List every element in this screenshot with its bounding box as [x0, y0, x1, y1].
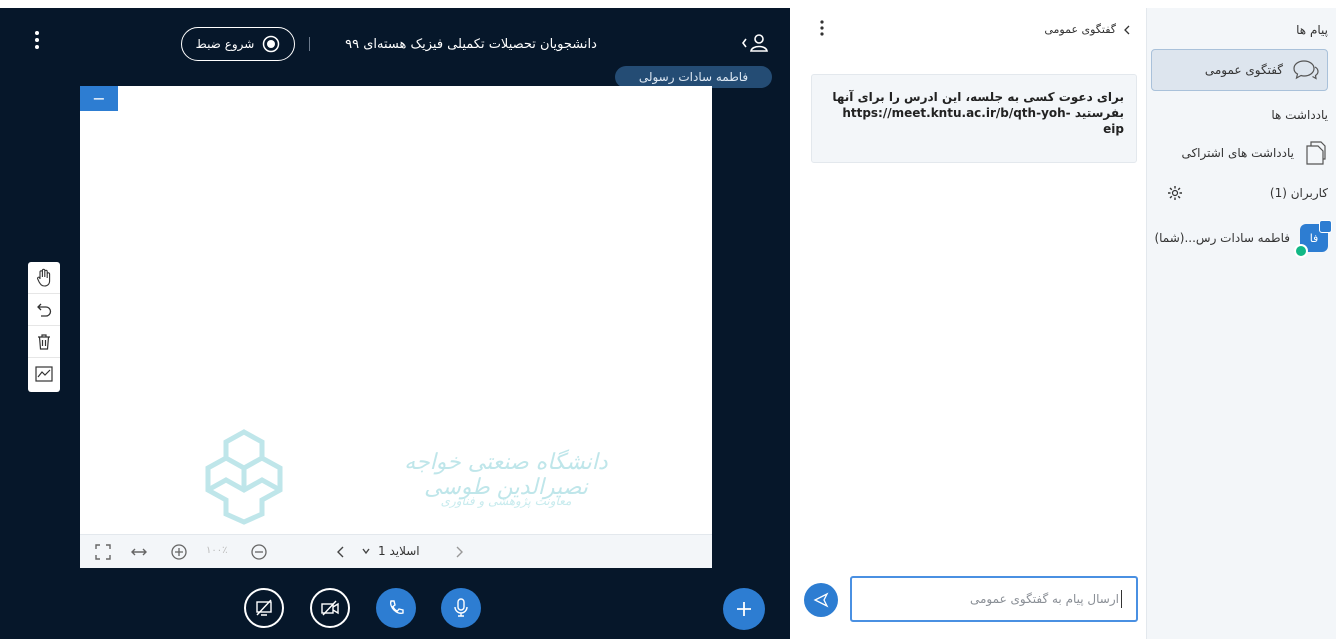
welcome-message: برای دعوت کسی به جلسه، این ادرس را برای … — [811, 74, 1137, 163]
mute-microphone-button[interactable] — [441, 588, 481, 628]
previous-slide-icon[interactable] — [332, 543, 350, 561]
notes-heading: یادداشت ها — [1271, 108, 1328, 122]
chat-input-placeholder: ارسال پیام به گفتگوی عمومی — [970, 592, 1119, 606]
meeting-title: دانشجویان تحصیلات تکمیلی فیزیک هسته‌ای ۹… — [345, 36, 597, 52]
sidebar-item-label: گفتگوی عمومی — [1204, 63, 1283, 77]
avatar-initials: فا — [1309, 231, 1319, 245]
whiteboard-icon — [35, 366, 53, 382]
fullscreen-icon[interactable] — [94, 543, 112, 561]
fit-width-icon[interactable] — [130, 543, 148, 561]
microphone-status-icon — [1294, 244, 1308, 258]
notes-icon — [1306, 141, 1326, 165]
chat-title-label: گفتگوی عمومی — [1044, 23, 1116, 36]
undo-icon — [37, 303, 52, 317]
slide-selector[interactable]: اسلاید 1 — [360, 544, 420, 558]
microphone-icon — [454, 598, 468, 617]
undo-button[interactable] — [28, 294, 60, 326]
presenter-icon — [1319, 220, 1332, 233]
send-icon — [813, 592, 829, 608]
zoom-level: ۱۰۰٪ — [206, 545, 228, 556]
chat-message-input[interactable]: ارسال پیام به گفتگوی عمومی — [850, 576, 1138, 622]
pan-tool-button[interactable] — [28, 262, 60, 294]
slide-controls: ۱۰۰٪ اسلاید 1 — [80, 534, 712, 568]
more-options-icon[interactable] — [34, 30, 40, 50]
watermark-text: دانشگاه صنعتی خواجه نصیرالدین طوسی معاون… — [396, 450, 616, 530]
user-list-item[interactable]: فاطمه سادات رس...(شما) فا — [1151, 218, 1332, 258]
whiteboard-toolbar — [28, 262, 60, 392]
multi-user-whiteboard-button[interactable] — [28, 358, 60, 390]
trash-icon — [38, 333, 50, 350]
record-label: شروع ضبط — [195, 37, 255, 51]
sidebar-item-shared-notes[interactable]: یادداشت های اشتراکی — [1151, 136, 1328, 170]
desktop-share-off-icon — [256, 599, 272, 616]
minimize-presentation-button[interactable]: − — [80, 86, 118, 111]
presenter-tag: فاطمه سادات رسولی — [615, 66, 772, 88]
presenter-name: فاطمه سادات رسولی — [638, 70, 749, 84]
user-list-toggle-icon[interactable] — [742, 32, 772, 54]
leave-audio-button[interactable] — [376, 588, 416, 628]
university-logo-icon — [205, 429, 283, 525]
next-slide-icon[interactable] — [450, 543, 468, 561]
actions-button[interactable] — [723, 588, 765, 630]
chat-title[interactable]: گفتگوی عمومی — [1044, 23, 1132, 36]
chevron-down-icon — [362, 548, 370, 555]
text-caret — [1121, 590, 1122, 608]
zoom-out-icon[interactable] — [250, 543, 268, 561]
sidebar-item-label: یادداشت های اشتراکی — [1181, 146, 1294, 160]
share-webcam-button[interactable] — [310, 588, 350, 628]
start-recording-button[interactable]: شروع ضبط — [181, 27, 295, 61]
messages-heading: پیام ها — [1296, 23, 1328, 37]
hand-icon — [36, 268, 51, 287]
zoom-in-icon[interactable] — [170, 543, 188, 561]
gear-icon[interactable] — [1167, 185, 1183, 201]
plus-icon — [737, 602, 751, 616]
users-heading: کاربران (1) — [1269, 186, 1328, 200]
divider — [309, 37, 310, 51]
chat-panel: گفتگوی عمومی برای دعوت کسی به جلسه، این … — [790, 8, 1146, 639]
chevron-left-icon — [1124, 25, 1130, 34]
send-message-button[interactable] — [804, 583, 838, 617]
sidebar-item-public-chat[interactable]: گفتگوی عمومی — [1151, 49, 1328, 91]
record-icon — [263, 35, 280, 53]
user-list-sidebar: پیام ها گفتگوی عمومی یادداشت ها یادداشت … — [1146, 8, 1336, 639]
presentation-slide[interactable]: دانشگاه صنعتی خواجه نصیرالدین طوسی معاون… — [80, 86, 712, 568]
watermark-subtitle: معاونت پژوهشی و فناوری — [440, 494, 572, 508]
avatar: فا — [1294, 220, 1332, 258]
share-screen-button[interactable] — [244, 588, 284, 628]
clear-button[interactable] — [28, 326, 60, 358]
slide-number: اسلاید 1 — [378, 544, 420, 558]
chat-bubbles-icon — [1293, 60, 1319, 80]
chat-options-icon[interactable] — [816, 18, 828, 38]
watermark-title: دانشگاه صنعتی خواجه نصیرالدین طوسی — [404, 450, 608, 500]
user-name: فاطمه سادات رس...(شما) — [1154, 231, 1290, 245]
camera-off-icon — [321, 600, 339, 616]
phone-icon — [390, 600, 404, 614]
